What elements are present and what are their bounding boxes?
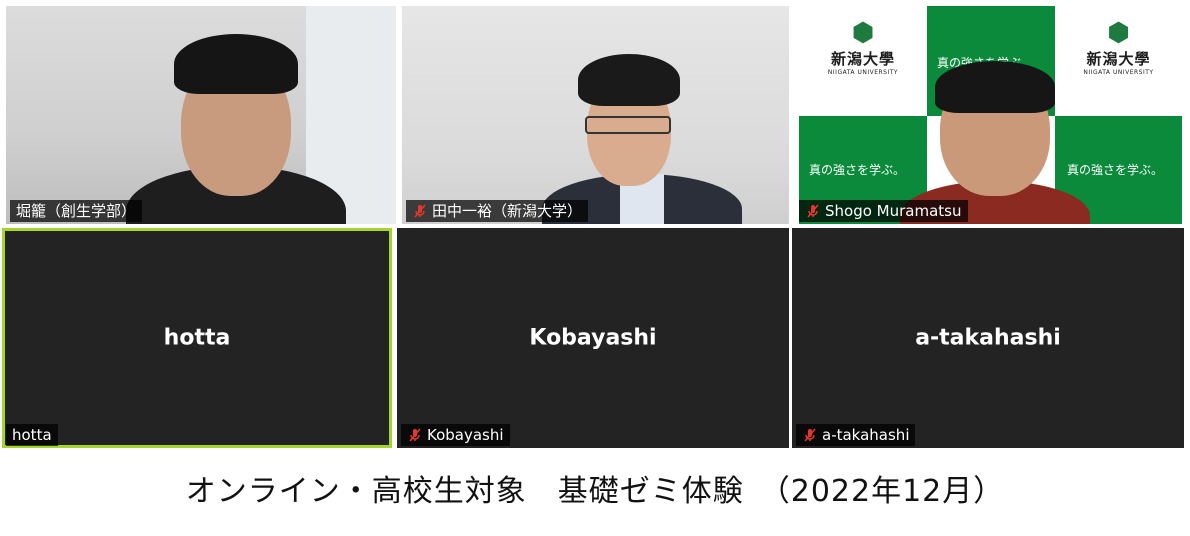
participant-tile-kobayashi[interactable]: Kobayashi Kobayashi [397, 228, 789, 448]
mic-muted-icon [409, 428, 421, 442]
mic-muted-icon [804, 428, 816, 442]
participant-center-name: a-takahashi [915, 325, 1061, 351]
participant-name: 田中一裕（新潟大学） [432, 202, 583, 220]
participant-video [795, 6, 1182, 224]
participant-center-name: hotta [163, 325, 231, 351]
participant-name-tag: Shogo Muramatsu [799, 200, 968, 222]
participant-center-name: Kobayashi [529, 325, 657, 351]
participant-name-tag: a-takahashi [796, 424, 916, 446]
participant-video [402, 6, 789, 224]
participant-tile-muramatsu[interactable]: ⬢ 新潟大學 NIIGATA UNIVERSITY 真の強さを学ぶ。 ⬢ 新潟大… [795, 6, 1182, 224]
participant-name-tag: hotta [6, 424, 58, 446]
participant-tile-horigome[interactable]: 堀籠（創生学部） [6, 6, 396, 224]
participant-name: 堀籠（創生学部） [16, 202, 137, 220]
mic-muted-icon [414, 204, 426, 218]
participant-name-tag: 田中一裕（新潟大学） [406, 200, 589, 222]
photo-caption: オンライン・高校生対象 基礎ゼミ体験 （2022年12月） [185, 474, 1005, 509]
participant-name-tag: Kobayashi [401, 424, 510, 446]
participant-name: Kobayashi [427, 426, 504, 444]
participant-tile-hotta[interactable]: hotta hotta [2, 228, 392, 448]
participant-name-tag: 堀籠（創生学部） [10, 200, 143, 222]
participant-video [6, 6, 396, 224]
participant-tile-tanaka[interactable]: 田中一裕（新潟大学） [402, 6, 789, 224]
participant-name: a-takahashi [822, 426, 910, 444]
participant-name: hotta [12, 426, 52, 444]
participant-name: Shogo Muramatsu [825, 202, 962, 220]
video-gallery: 堀籠（創生学部） 田中一裕（新潟大学） ⬢ 新潟大學 NIIGATA UNIVE… [0, 0, 1190, 452]
mic-muted-icon [807, 204, 819, 218]
participant-tile-a-takahashi[interactable]: a-takahashi a-takahashi [792, 228, 1184, 448]
